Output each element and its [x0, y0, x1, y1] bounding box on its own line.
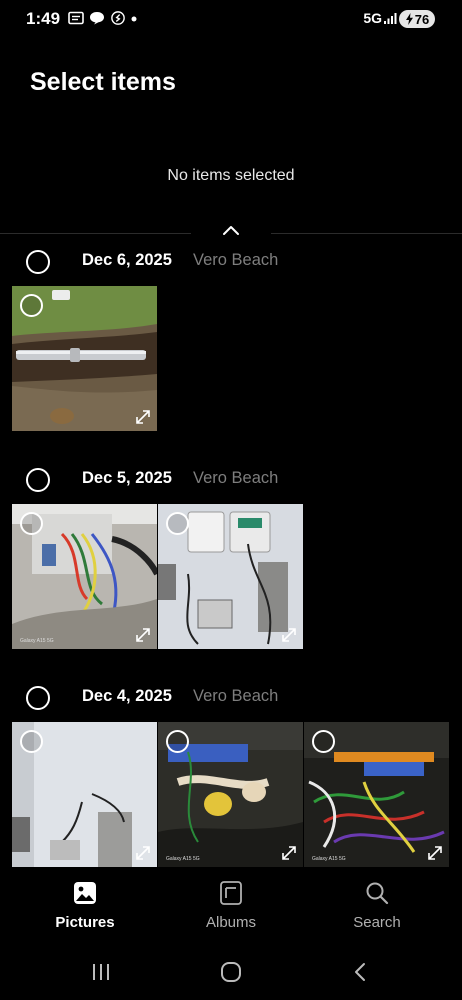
section-header: Dec 5, 2025 Vero Beach	[0, 467, 462, 497]
photo-checkbox[interactable]	[166, 512, 189, 535]
system-nav-bar	[0, 940, 462, 1000]
section-location: Vero Beach	[193, 687, 279, 705]
network-type: 5G	[363, 10, 382, 26]
photo-checkbox[interactable]	[312, 730, 335, 753]
message-icon	[68, 11, 84, 25]
expand-icon[interactable]	[134, 844, 152, 862]
battery-level: 76	[414, 11, 430, 27]
section-header: Dec 4, 2025 Vero Beach	[0, 685, 462, 715]
chat-icon	[90, 12, 104, 25]
photo-thumbnail[interactable]: Galaxy A15 5G	[158, 722, 303, 867]
expand-icon[interactable]	[134, 626, 152, 644]
battery-charging-icon	[405, 13, 413, 25]
section-location: Vero Beach	[193, 469, 279, 487]
expand-icon[interactable]	[426, 844, 444, 862]
nav-pictures[interactable]: Pictures	[25, 880, 145, 931]
nav-label: Albums	[205, 914, 257, 931]
page-title: Select items	[30, 68, 176, 96]
section-date: Dec 4, 2025	[82, 687, 172, 705]
photo-caption: Galaxy A15 5G	[312, 856, 346, 862]
section-date: Dec 6, 2025	[82, 251, 172, 269]
nav-label: Pictures	[55, 914, 115, 931]
photo-checkbox[interactable]	[20, 512, 43, 535]
clock: 1:49	[26, 9, 61, 28]
select-all-checkbox[interactable]	[26, 468, 50, 492]
signal-icon	[384, 13, 397, 24]
expand-icon[interactable]	[280, 844, 298, 862]
photo-thumbnail[interactable]	[158, 504, 303, 649]
home-icon[interactable]	[219, 962, 243, 982]
photo-caption: Galaxy A15 5G	[166, 856, 200, 862]
select-all-checkbox[interactable]	[26, 686, 50, 710]
photo-checkbox[interactable]	[20, 294, 43, 317]
pictures-icon	[74, 882, 96, 904]
albums-icon	[220, 881, 242, 905]
photo-thumbnail[interactable]: Galaxy A15 5G	[12, 504, 157, 649]
shazam-icon	[111, 11, 125, 25]
search-icon	[366, 882, 389, 905]
chevron-up-icon	[223, 226, 239, 235]
collapse-button[interactable]	[191, 218, 271, 250]
section-header: Dec 6, 2025 Vero Beach	[0, 249, 462, 279]
photo-caption: Galaxy A15 5G	[20, 638, 54, 644]
recents-icon[interactable]	[89, 962, 113, 982]
photo-checkbox[interactable]	[166, 730, 189, 753]
nav-search[interactable]: Search	[317, 880, 437, 931]
nav-albums[interactable]: Albums	[171, 880, 291, 931]
expand-icon[interactable]	[280, 626, 298, 644]
nav-label: Search	[353, 914, 401, 931]
photo-thumbnail[interactable]	[12, 722, 157, 867]
photo-thumbnail[interactable]	[12, 286, 157, 431]
select-all-checkbox[interactable]	[26, 250, 50, 274]
section-location: Vero Beach	[193, 251, 279, 269]
back-icon[interactable]	[349, 962, 373, 982]
expand-icon[interactable]	[134, 408, 152, 426]
battery-indicator: 76	[399, 10, 435, 28]
photo-checkbox[interactable]	[20, 730, 43, 753]
status-bar: 1:49 5G 76	[0, 0, 462, 38]
section-date: Dec 5, 2025	[82, 469, 172, 487]
bottom-nav: Pictures Albums Search	[0, 868, 462, 940]
photo-thumbnail[interactable]: Galaxy A15 5G	[304, 722, 449, 867]
selection-status: No items selected	[167, 167, 295, 184]
dot-icon	[131, 16, 137, 22]
